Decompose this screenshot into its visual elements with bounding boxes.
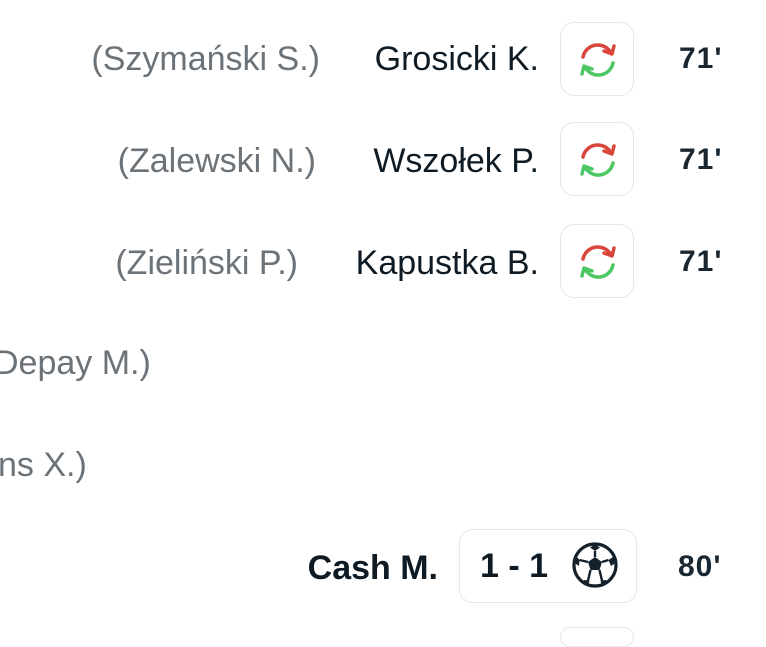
next-event-badge-partial [560,627,634,647]
substitution-arrows-icon [580,245,616,279]
player-out-name: (Zalewski N.) [117,142,316,180]
event-row-away-substitution: ns X.) [0,428,766,508]
substitution-badge [560,122,634,196]
event-row-away-substitution: Depay M.) [0,326,766,406]
player-out-name: Depay M.) [0,344,151,382]
player-in-name[interactable]: Kapustka B. [356,243,539,283]
event-minute: 71' [679,245,723,278]
event-row-substitution: (Zieliński P.) Kapustka B. 71' [0,224,766,304]
event-minute: 80' [678,550,722,583]
substitution-arrows-icon [580,143,616,177]
event-row-substitution: (Zalewski N.) Wszołek P. 71' [0,122,766,202]
event-row-goal: Cash M. 1 - 1 80' [0,528,766,608]
score-badge: 1 - 1 [459,529,637,603]
player-out-name: (Szymański S.) [91,40,320,78]
goal-scorer-name[interactable]: Cash M. [308,548,438,588]
player-out-name: (Zieliński P.) [115,244,298,282]
player-out-name: ns X.) [0,446,87,484]
substitution-badge [560,224,634,298]
event-row-substitution: (Szymański S.) Grosicki K. 71' [0,20,766,100]
player-in-name[interactable]: Wszołek P. [373,141,539,181]
soccer-ball-icon [572,542,618,588]
event-minute: 71' [679,42,723,75]
substitution-badge [560,22,634,96]
score-value: 1 - 1 [480,547,549,585]
substitution-arrows-icon [580,43,616,77]
player-in-name[interactable]: Grosicki K. [375,39,539,79]
event-minute: 71' [679,143,723,176]
